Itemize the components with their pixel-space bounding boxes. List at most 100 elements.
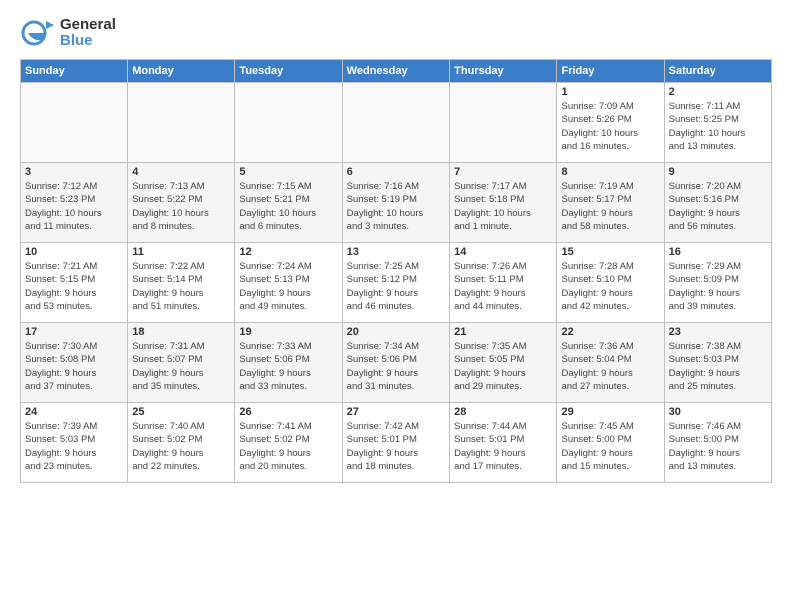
day-cell: 5Sunrise: 7:15 AMSunset: 5:21 PMDaylight… [235,163,342,243]
day-cell: 17 Sunrise: 7:30 AMSunset: 5:08 PMDayligh… [21,323,128,403]
logo: General Blue [20,15,116,51]
day-number: 27 [347,406,445,418]
day-number: 3 [25,166,123,178]
day-cell: 10 Sunrise: 7:21 AMSunset: 5:15 PMDayligh… [21,243,128,323]
day-cell: 1 Sunrise: 7:09 AMSunset: 5:26 PMDaylight… [557,83,664,163]
day-info: Sunrise: 7:33 AMSunset: 5:06 PMDaylight:… [239,340,337,393]
day-info: Sunrise: 7:44 AMSunset: 5:01 PMDaylight:… [454,420,552,473]
day-cell: 13Sunrise: 7:25 AMSunset: 5:12 PMDayligh… [342,243,449,323]
day-cell [21,83,128,163]
day-cell: 24 Sunrise: 7:39 AMSunset: 5:03 PMDayligh… [21,403,128,483]
day-info: Sunrise: 7:28 AMSunset: 5:10 PMDaylight:… [561,260,659,313]
day-info: Sunrise: 7:40 AMSunset: 5:02 PMDaylight:… [132,420,230,473]
day-number: 16 [669,246,767,258]
day-info: Sunrise: 7:24 AMSunset: 5:13 PMDaylight:… [239,260,337,313]
day-number: 24 [25,406,123,418]
day-info: Sunrise: 7:29 AMSunset: 5:09 PMDaylight:… [669,260,767,313]
day-number: 14 [454,246,552,258]
day-cell: 3Sunrise: 7:12 AMSunset: 5:23 PMDaylight… [21,163,128,243]
day-number: 21 [454,326,552,338]
day-cell: 16 Sunrise: 7:29 AMSunset: 5:09 PMDayligh… [664,243,771,323]
day-cell: 20 Sunrise: 7:34 AMSunset: 5:06 PMDayligh… [342,323,449,403]
day-info: Sunrise: 7:46 AMSunset: 5:00 PMDaylight:… [669,420,767,473]
day-info: Sunrise: 7:35 AMSunset: 5:05 PMDaylight:… [454,340,552,393]
calendar: SundayMondayTuesdayWednesdayThursdayFrid… [20,59,772,483]
day-info: Sunrise: 7:19 AMSunset: 5:17 PMDaylight:… [561,180,659,233]
day-info: Sunrise: 7:26 AMSunset: 5:11 PMDaylight:… [454,260,552,313]
day-info: Sunrise: 7:42 AMSunset: 5:01 PMDaylight:… [347,420,445,473]
weekday-tuesday: Tuesday [235,60,342,83]
day-cell: 12Sunrise: 7:24 AMSunset: 5:13 PMDayligh… [235,243,342,323]
weekday-thursday: Thursday [450,60,557,83]
week-row-3: 10 Sunrise: 7:21 AMSunset: 5:15 PMDayligh… [21,243,772,323]
day-number: 9 [669,166,767,178]
day-cell [450,83,557,163]
day-cell: 19 Sunrise: 7:33 AMSunset: 5:06 PMDayligh… [235,323,342,403]
day-number: 17 [25,326,123,338]
day-info: Sunrise: 7:16 AMSunset: 5:19 PMDaylight:… [347,180,445,233]
day-cell: 28 Sunrise: 7:44 AMSunset: 5:01 PMDayligh… [450,403,557,483]
weekday-wednesday: Wednesday [342,60,449,83]
day-cell: 29 Sunrise: 7:45 AMSunset: 5:00 PMDayligh… [557,403,664,483]
day-info: Sunrise: 7:09 AMSunset: 5:26 PMDaylight:… [561,100,659,153]
weekday-monday: Monday [128,60,235,83]
logo-icon [20,15,56,51]
day-number: 1 [561,86,659,98]
day-cell: 11Sunrise: 7:22 AMSunset: 5:14 PMDayligh… [128,243,235,323]
day-cell: 4Sunrise: 7:13 AMSunset: 5:22 PMDaylight… [128,163,235,243]
day-cell: 25 Sunrise: 7:40 AMSunset: 5:02 PMDayligh… [128,403,235,483]
week-row-2: 3Sunrise: 7:12 AMSunset: 5:23 PMDaylight… [21,163,772,243]
day-cell: 23 Sunrise: 7:38 AMSunset: 5:03 PMDayligh… [664,323,771,403]
day-number: 29 [561,406,659,418]
day-cell: 2Sunrise: 7:11 AMSunset: 5:25 PMDaylight… [664,83,771,163]
day-cell [235,83,342,163]
day-info: Sunrise: 7:39 AMSunset: 5:03 PMDaylight:… [25,420,123,473]
day-number: 26 [239,406,337,418]
day-info: Sunrise: 7:45 AMSunset: 5:00 PMDaylight:… [561,420,659,473]
day-cell: 22 Sunrise: 7:36 AMSunset: 5:04 PMDayligh… [557,323,664,403]
day-info: Sunrise: 7:30 AMSunset: 5:08 PMDaylight:… [25,340,123,393]
logo-text: General Blue [60,17,116,50]
day-number: 25 [132,406,230,418]
day-number: 30 [669,406,767,418]
day-number: 19 [239,326,337,338]
day-number: 10 [25,246,123,258]
day-cell: 7 Sunrise: 7:17 AMSunset: 5:18 PMDaylight… [450,163,557,243]
day-number: 23 [669,326,767,338]
day-cell: 8 Sunrise: 7:19 AMSunset: 5:17 PMDaylight… [557,163,664,243]
day-cell: 6 Sunrise: 7:16 AMSunset: 5:19 PMDaylight… [342,163,449,243]
day-number: 2 [669,86,767,98]
day-info: Sunrise: 7:17 AMSunset: 5:18 PMDaylight:… [454,180,552,233]
day-number: 8 [561,166,659,178]
weekday-saturday: Saturday [664,60,771,83]
week-row-4: 17 Sunrise: 7:30 AMSunset: 5:08 PMDayligh… [21,323,772,403]
day-info: Sunrise: 7:41 AMSunset: 5:02 PMDaylight:… [239,420,337,473]
day-cell: 15 Sunrise: 7:28 AMSunset: 5:10 PMDayligh… [557,243,664,323]
day-info: Sunrise: 7:31 AMSunset: 5:07 PMDaylight:… [132,340,230,393]
day-info: Sunrise: 7:38 AMSunset: 5:03 PMDaylight:… [669,340,767,393]
week-row-1: 1 Sunrise: 7:09 AMSunset: 5:26 PMDaylight… [21,83,772,163]
day-info: Sunrise: 7:21 AMSunset: 5:15 PMDaylight:… [25,260,123,313]
day-info: Sunrise: 7:36 AMSunset: 5:04 PMDaylight:… [561,340,659,393]
weekday-friday: Friday [557,60,664,83]
day-cell: 21 Sunrise: 7:35 AMSunset: 5:05 PMDayligh… [450,323,557,403]
day-number: 7 [454,166,552,178]
day-info: Sunrise: 7:20 AMSunset: 5:16 PMDaylight:… [669,180,767,233]
day-cell [342,83,449,163]
day-cell: 30 Sunrise: 7:46 AMSunset: 5:00 PMDayligh… [664,403,771,483]
day-number: 6 [347,166,445,178]
day-info: Sunrise: 7:13 AMSunset: 5:22 PMDaylight:… [132,180,230,233]
day-number: 28 [454,406,552,418]
header: General Blue [20,15,772,51]
day-info: Sunrise: 7:25 AMSunset: 5:12 PMDaylight:… [347,260,445,313]
day-number: 22 [561,326,659,338]
day-number: 15 [561,246,659,258]
day-number: 18 [132,326,230,338]
day-number: 20 [347,326,445,338]
day-number: 11 [132,246,230,258]
day-cell: 27 Sunrise: 7:42 AMSunset: 5:01 PMDayligh… [342,403,449,483]
day-cell: 26 Sunrise: 7:41 AMSunset: 5:02 PMDayligh… [235,403,342,483]
weekday-header-row: SundayMondayTuesdayWednesdayThursdayFrid… [21,60,772,83]
day-cell: 9 Sunrise: 7:20 AMSunset: 5:16 PMDaylight… [664,163,771,243]
day-info: Sunrise: 7:34 AMSunset: 5:06 PMDaylight:… [347,340,445,393]
